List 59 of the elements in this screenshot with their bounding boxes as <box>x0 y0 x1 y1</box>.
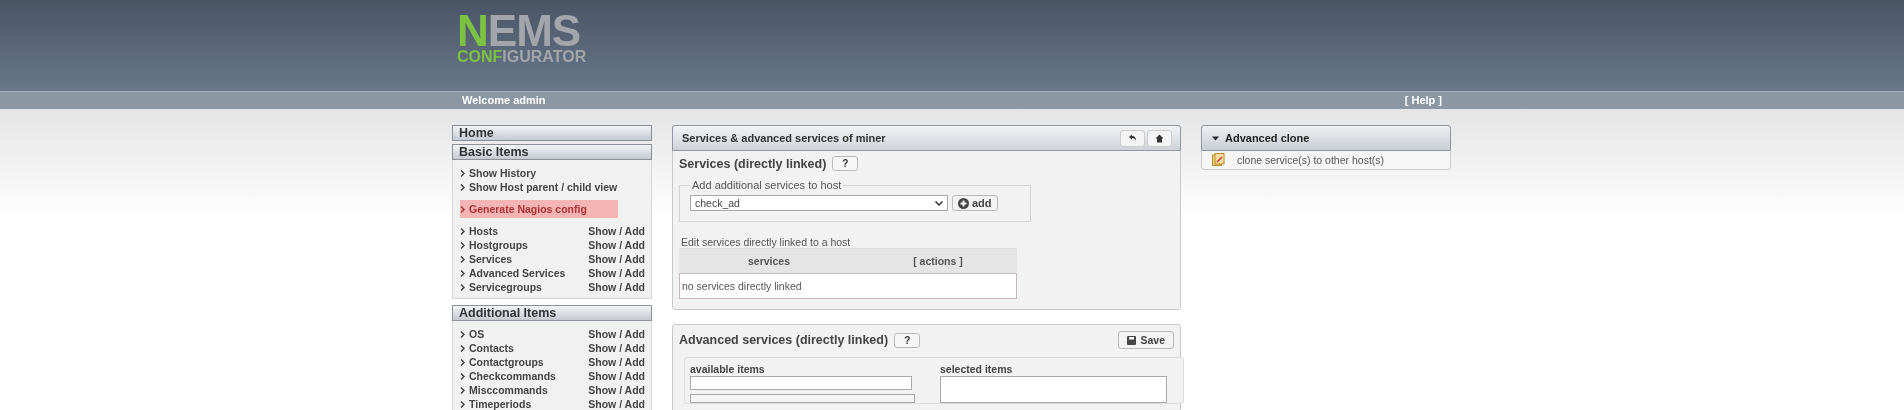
show-add-link[interactable]: Show / Add <box>588 280 647 294</box>
available-items-listbox[interactable] <box>690 394 915 403</box>
menu-link[interactable]: Misccommands <box>460 383 548 397</box>
menu-link[interactable]: Contacts <box>460 341 514 355</box>
show-add-link[interactable]: Show / Add <box>588 369 647 383</box>
help-button[interactable]: ? <box>832 156 859 171</box>
back-button[interactable] <box>1120 129 1145 147</box>
clone-link[interactable]: clone service(s) to other host(s) <box>1202 150 1450 169</box>
selected-items-listbox[interactable] <box>940 376 1167 403</box>
section-title: Advanced services (directly linked) <box>679 333 889 347</box>
sidebar-section-header[interactable]: Additional Items <box>452 305 652 321</box>
menu-link[interactable]: Generate Nagios config <box>460 202 587 216</box>
menu-link[interactable]: Services <box>460 252 513 266</box>
advanced-clone-header[interactable]: Advanced clone <box>1201 125 1451 151</box>
empty-table-message: no services directly linked <box>679 273 1017 299</box>
show-add-link[interactable]: Show / Add <box>588 266 647 280</box>
return-arrow-icon <box>1128 134 1137 142</box>
add-button[interactable]: add <box>952 195 998 211</box>
welcome-text: Welcome admin <box>461 93 546 108</box>
menu-link[interactable]: Show History <box>460 166 537 180</box>
column-header: services <box>747 255 790 267</box>
chevron-right-icon <box>460 205 465 213</box>
show-add-link[interactable]: Show / Add <box>588 383 647 397</box>
menu-link[interactable]: Checkcommands <box>460 369 556 383</box>
service-select[interactable]: check_ad <box>690 195 948 211</box>
pencil-document-icon <box>1212 153 1225 166</box>
show-add-link[interactable]: Show / Add <box>588 327 647 341</box>
sidebar-section-header[interactable]: Home <box>452 125 652 141</box>
show-add-link[interactable]: Show / Add <box>588 341 647 355</box>
show-add-link[interactable]: Show / Add <box>588 252 647 266</box>
menu-link[interactable]: Servicegroups <box>460 280 542 294</box>
logo: NEMS CONFIGURATOR <box>456 5 588 66</box>
show-add-link[interactable]: Show / Add <box>588 397 647 410</box>
panel-title: Services & advanced services of miner <box>682 132 886 144</box>
table-caption: Edit services directly linked to a host <box>680 236 852 248</box>
menu-link[interactable]: Timeperiods <box>460 397 532 410</box>
help-button[interactable]: ? <box>894 332 921 348</box>
menu-link[interactable]: Show Host parent / child view <box>460 180 618 194</box>
column-header: [ actions ] <box>913 255 963 267</box>
selected-items-label: selected items <box>940 363 1014 375</box>
plus-circle-icon <box>958 197 969 209</box>
menu-link[interactable]: Hostgroups <box>460 238 528 252</box>
filter-input-field[interactable] <box>690 376 912 390</box>
show-add-link[interactable]: Show / Add <box>588 355 647 369</box>
section-title: Services (directly linked) <box>679 156 827 171</box>
sidebar-section-header[interactable]: Basic Items <box>452 144 652 160</box>
triangle-down-icon <box>1212 134 1219 142</box>
available-items-label: available items <box>690 363 766 375</box>
menu-link[interactable]: OS <box>460 327 485 341</box>
menu-link[interactable]: Hosts <box>460 224 499 238</box>
show-add-link[interactable]: Show / Add <box>588 224 647 238</box>
show-add-link[interactable]: Show / Add <box>588 238 647 252</box>
menu-link[interactable]: Advanced Services <box>460 266 566 280</box>
save-button[interactable]: Save <box>1118 331 1174 349</box>
menu-link[interactable]: Contactgroups <box>460 355 544 369</box>
chevron-down-icon <box>935 200 943 206</box>
home-button[interactable] <box>1147 129 1172 147</box>
home-icon <box>1155 133 1164 143</box>
fieldset-legend: Add additional services to host <box>690 179 844 191</box>
